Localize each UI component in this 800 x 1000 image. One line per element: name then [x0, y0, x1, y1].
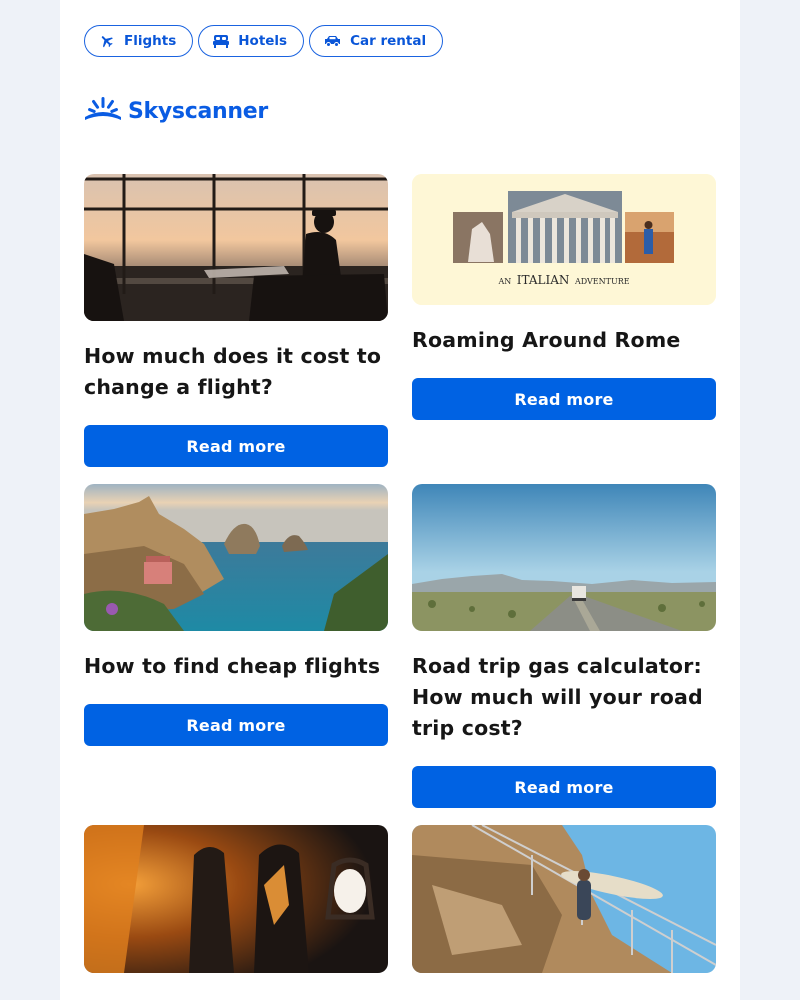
airport-window-photo[interactable]	[84, 174, 388, 321]
read-more-button[interactable]: Read more	[412, 766, 716, 808]
sunrise-logo-icon	[84, 97, 122, 125]
hotels-label: Hotels	[238, 33, 288, 49]
article-card	[412, 825, 716, 973]
flights-pill[interactable]: Flights	[84, 25, 194, 57]
car-rental-pill[interactable]: Car rental	[309, 25, 444, 57]
plane-icon	[99, 33, 115, 49]
desert-road-photo[interactable]	[412, 484, 716, 631]
cliff-surfer-photo[interactable]	[412, 825, 716, 973]
article-card: Road trip gas calculator: How much will …	[412, 484, 716, 808]
article-card: How to find cheap flights Read more	[84, 484, 388, 746]
article-title[interactable]: How much does it cost to change a flight…	[84, 341, 388, 403]
flights-label: Flights	[124, 33, 177, 49]
category-pills: Flights Hotels Car rental	[84, 25, 444, 57]
collage-caption: AN ITALIAN ADVENTURE	[498, 273, 630, 287]
hotels-pill[interactable]: Hotels	[198, 25, 305, 57]
article-title[interactable]: Roaming Around Rome	[412, 325, 716, 356]
article-title[interactable]: Road trip gas calculator: How much will …	[412, 651, 716, 744]
airplane-cabin-photo[interactable]	[84, 825, 388, 973]
read-more-button[interactable]: Read more	[84, 704, 388, 746]
rome-collage-photo[interactable]: AN ITALIAN ADVENTURE	[412, 174, 716, 305]
article-card: How much does it cost to change a flight…	[84, 174, 388, 467]
car-rental-label: Car rental	[350, 33, 427, 49]
article-card	[84, 825, 388, 973]
brand-name: Skyscanner	[128, 98, 268, 124]
read-more-button[interactable]: Read more	[84, 425, 388, 467]
article-title[interactable]: How to find cheap flights	[84, 651, 388, 682]
article-card: AN ITALIAN ADVENTURE Roaming Around Rome…	[412, 174, 716, 420]
read-more-button[interactable]: Read more	[412, 378, 716, 420]
car-icon	[324, 35, 341, 47]
bed-icon	[213, 34, 230, 48]
skyscanner-logo[interactable]: Skyscanner	[84, 97, 268, 125]
coastline-photo[interactable]	[84, 484, 388, 631]
email-container: Flights Hotels Car rental Skyscanner How…	[60, 0, 740, 1000]
